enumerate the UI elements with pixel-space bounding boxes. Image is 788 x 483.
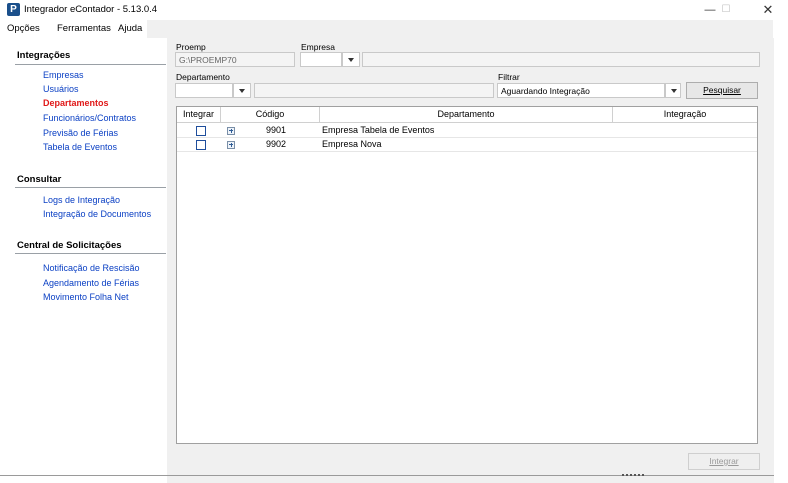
sidebar-item-previsao-ferias[interactable]: Previsão de Férias <box>43 128 118 138</box>
table-row[interactable]: 9901 Empresa Tabela de Eventos <box>177 124 757 138</box>
sidebar-item-funcionarios-contratos[interactable]: Funcionários/Contratos <box>43 113 136 123</box>
integrar-checkbox[interactable] <box>196 126 206 136</box>
empresa-name-field <box>362 52 760 67</box>
filtrar-label: Filtrar <box>498 72 520 82</box>
codigo-cell: 9902 <box>266 139 287 149</box>
maximize-button[interactable]: ☐ <box>706 0 746 20</box>
sidebar-item-departamentos[interactable]: Departamentos <box>43 98 109 108</box>
table-row[interactable]: 9902 Empresa Nova <box>177 138 757 152</box>
menu-ajuda[interactable]: Ajuda <box>118 23 142 34</box>
departamento-code-field[interactable] <box>175 83 233 98</box>
sidebar-item-movimento-folha-net[interactable]: Movimento Folha Net <box>43 292 129 302</box>
resize-grip <box>622 474 644 476</box>
filtrar-select[interactable]: Aguardando Integração <box>497 83 665 98</box>
section-title-central-solicitacoes: Central de Solicitações <box>17 240 122 251</box>
empresa-label: Empresa <box>301 42 336 52</box>
departamento-label: Departamento <box>176 72 230 82</box>
codigo-cell: 9901 <box>266 125 287 135</box>
grid-header: Integrar Código Departamento Integração <box>177 107 757 123</box>
expand-plus-icon[interactable] <box>227 141 235 149</box>
sidebar-item-integracao-documentos[interactable]: Integração de Documentos <box>43 209 151 219</box>
sidebar-item-logs-integracao[interactable]: Logs de Integração <box>43 195 120 205</box>
empresa-code-field[interactable] <box>300 52 342 67</box>
proemp-label: Proemp <box>176 42 206 52</box>
expand-plus-icon[interactable] <box>227 127 235 135</box>
section-divider <box>15 253 166 254</box>
departamento-name-field <box>254 83 494 98</box>
sidebar-item-agendamento-ferias[interactable]: Agendamento de Férias <box>43 278 139 288</box>
integrar-checkbox[interactable] <box>196 140 206 150</box>
status-divider <box>0 475 774 476</box>
departamento-cell: Empresa Nova <box>322 139 382 149</box>
departments-grid: Integrar Código Departamento Integração … <box>176 106 758 444</box>
menu-bar-fill <box>147 20 773 38</box>
section-title-integracoes: Integrações <box>17 50 71 61</box>
departamento-cell: Empresa Tabela de Eventos <box>322 125 435 135</box>
chevron-down-icon[interactable] <box>665 83 681 98</box>
integrar-button[interactable]: Integrar <box>688 453 760 470</box>
column-header-codigo[interactable]: Código <box>221 107 320 122</box>
departamento-dropdown-button[interactable] <box>233 83 251 98</box>
column-header-departamento[interactable]: Departamento <box>320 107 613 122</box>
sidebar-item-notificacao-rescisao[interactable]: Notificação de Rescisão <box>43 263 140 273</box>
column-header-integrar[interactable]: Integrar <box>177 107 221 122</box>
menu-opcoes[interactable]: Opções <box>7 23 40 34</box>
menu-bar: Opções Ferramentas Ajuda <box>0 20 788 38</box>
title-bar: P Integrador eContador - 5.13.0.4 — ☐ ✕ <box>0 0 788 20</box>
section-title-consultar: Consultar <box>17 174 62 185</box>
app-logo-icon: P <box>7 3 20 16</box>
window-title: Integrador eContador - 5.13.0.4 <box>24 4 158 15</box>
close-button[interactable]: ✕ <box>748 0 788 20</box>
menu-ferramentas[interactable]: Ferramentas <box>57 23 111 34</box>
sidebar-item-tabela-eventos[interactable]: Tabela de Eventos <box>43 142 117 152</box>
section-divider <box>15 64 166 65</box>
proemp-field[interactable]: G:\PROEMP70 <box>175 52 295 67</box>
pesquisar-button[interactable]: Pesquisar <box>686 82 758 99</box>
section-divider <box>15 187 166 188</box>
sidebar: Integrações Empresas Usuários Departamen… <box>0 38 167 483</box>
sidebar-item-usuarios[interactable]: Usuários <box>43 84 79 94</box>
empresa-dropdown-button[interactable] <box>342 52 360 67</box>
column-header-integracao[interactable]: Integração <box>613 107 757 122</box>
sidebar-item-empresas[interactable]: Empresas <box>43 70 84 80</box>
